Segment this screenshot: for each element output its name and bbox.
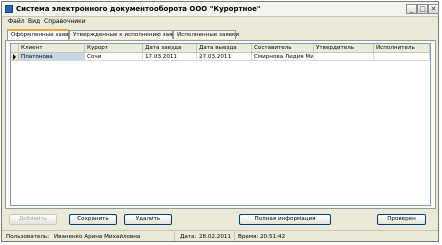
- column-header-executor[interactable]: Исполнитель: [374, 44, 430, 53]
- window-title: Система электронного документооборота ОО…: [16, 5, 261, 13]
- column-header-resort[interactable]: Курорт: [85, 44, 143, 53]
- maximize-icon: □: [419, 5, 426, 13]
- menu-file[interactable]: Файл: [8, 18, 25, 26]
- table-cell[interactable]: Смирнова Лидия Михай: [252, 53, 314, 61]
- column-header-approver[interactable]: Утвердитель: [314, 44, 374, 53]
- status-divider: [234, 232, 235, 241]
- row-indicator[interactable]: [11, 53, 19, 61]
- status-divider: [174, 232, 175, 241]
- delete-button[interactable]: Удалить: [124, 214, 172, 225]
- column-header-author[interactable]: Составитель: [252, 44, 314, 53]
- checked-button[interactable]: Проверен: [377, 214, 426, 225]
- current-row-arrow-icon: [13, 54, 16, 60]
- tab-completed-requests[interactable]: Исполненные заявки: [173, 30, 239, 39]
- row-header-corner: [11, 44, 19, 53]
- main-window: Система электронного документооборота ОО…: [1, 1, 439, 242]
- time-label: Время:: [238, 234, 259, 240]
- menu-reference[interactable]: Справочники: [44, 18, 86, 26]
- minimize-button[interactable]: _: [406, 4, 417, 14]
- menu-view[interactable]: Вид: [28, 18, 40, 26]
- minimize-icon: _: [409, 5, 414, 13]
- table-cell[interactable]: [374, 53, 430, 61]
- table-cell[interactable]: Сочи: [85, 53, 143, 61]
- tab-strip: Оформленные заявки Утвержденные к исполн…: [5, 29, 437, 40]
- date-value: 28.02.2011: [199, 234, 232, 240]
- date-label: Дата:: [180, 234, 197, 240]
- table-cell[interactable]: 27.03.2011: [197, 53, 252, 61]
- table-cell[interactable]: [314, 53, 374, 61]
- add-button[interactable]: Добавить: [9, 214, 57, 225]
- menu-bar: Файл Вид Справочники: [2, 17, 438, 27]
- status-bar: Пользователь: Иваненко Арина Михайловна …: [2, 230, 438, 242]
- table-cell[interactable]: 17.03.2011: [143, 53, 197, 61]
- close-icon: ✕: [430, 5, 437, 13]
- requests-table[interactable]: Клиент Курорт Дата заезда Дата выезда Со…: [10, 43, 431, 206]
- tab-panel: Клиент Курорт Дата заезда Дата выезда Со…: [5, 40, 436, 209]
- tab-registered-requests[interactable]: Оформленные заявки: [7, 29, 75, 40]
- maximize-button[interactable]: □: [417, 4, 428, 14]
- app-icon: [5, 5, 13, 13]
- column-header-arrival-date[interactable]: Дата заезда: [143, 44, 197, 53]
- table-cell[interactable]: Платонова: [19, 53, 85, 61]
- column-header-client[interactable]: Клиент: [19, 44, 85, 53]
- title-bar[interactable]: Система электронного документооборота ОО…: [2, 2, 439, 17]
- user-name: Иваненко Арина Михайловна: [54, 234, 141, 240]
- user-label: Пользователь:: [6, 234, 50, 240]
- time-value: 20:51:42: [260, 234, 286, 240]
- column-header-departure-date[interactable]: Дата выезда: [197, 44, 252, 53]
- close-button[interactable]: ✕: [428, 4, 439, 14]
- full-info-button[interactable]: Полная информация: [239, 214, 331, 225]
- tab-approved-requests[interactable]: Утвержденные к исполнению заявки: [69, 30, 183, 39]
- save-button[interactable]: Сохранить: [69, 214, 117, 225]
